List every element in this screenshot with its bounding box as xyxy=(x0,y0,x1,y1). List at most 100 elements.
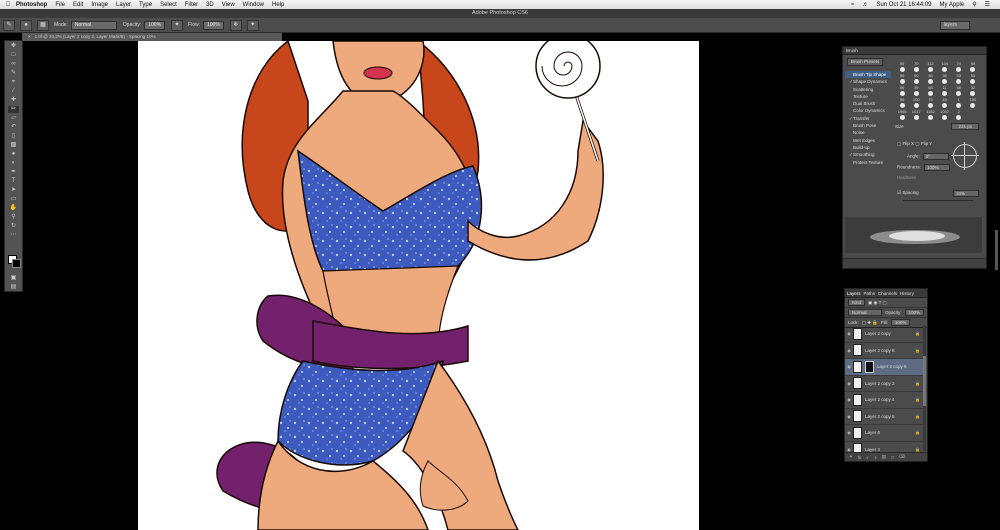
brush-setting-item[interactable]: ✓Smoothing xyxy=(845,151,891,158)
brush-tip-preset[interactable]: 2 xyxy=(952,109,966,121)
background-color-swatch[interactable] xyxy=(12,259,21,268)
eye-icon[interactable]: ◉ xyxy=(845,430,853,435)
menu-window[interactable]: Window xyxy=(243,2,264,8)
tab-history[interactable]: History xyxy=(900,291,914,296)
fx-icon[interactable]: fx xyxy=(858,455,862,460)
layer-mask-thumbnail[interactable] xyxy=(865,360,874,373)
flow-field[interactable]: 100% xyxy=(203,20,224,30)
airbrush-icon[interactable]: ❄ xyxy=(229,19,242,31)
brush-tip-preset[interactable]: 55 xyxy=(895,97,909,109)
roundness-field[interactable]: 100% xyxy=(924,164,951,171)
mode-select[interactable]: Normal xyxy=(70,20,117,30)
shape-tool-icon[interactable]: ▭ xyxy=(8,196,19,203)
trash-icon[interactable]: ⌫ xyxy=(899,454,905,460)
menu-filter[interactable]: Filter xyxy=(185,2,198,8)
document-canvas[interactable] xyxy=(138,41,699,530)
brush-tip-preset[interactable]: 63 xyxy=(923,85,937,97)
stamp-tool-icon[interactable]: ▱ xyxy=(8,115,19,122)
dodge-tool-icon[interactable]: ◐ xyxy=(8,160,19,167)
flip-y-checkbox[interactable]: ▢ xyxy=(915,141,919,146)
lasso-tool-icon[interactable]: ∞ xyxy=(8,61,19,68)
brush-setting-item[interactable]: Texture xyxy=(845,93,891,100)
brush-tip-preset[interactable]: 95 xyxy=(895,73,909,85)
layer-opacity-field[interactable]: 100% xyxy=(904,309,925,316)
brush-tip-preset[interactable]: 75 xyxy=(923,97,937,109)
brush-tip-preset[interactable]: 1057 xyxy=(938,109,952,121)
menu-3d[interactable]: 3D xyxy=(206,2,214,8)
eye-icon[interactable]: ◉ xyxy=(845,414,853,419)
toggle-brush-panel-icon[interactable]: ▦ xyxy=(37,19,49,31)
screen-mode-icon[interactable]: ▤ xyxy=(8,284,19,291)
brush-tip-preset[interactable]: 33 xyxy=(952,73,966,85)
layer-row[interactable]: ◉ Layer 2 copy 2 🔒 xyxy=(845,376,923,392)
move-tool-icon[interactable]: ✥ xyxy=(8,43,19,50)
pressure-size-icon[interactable]: ✦ xyxy=(246,19,259,31)
extra-tool-icon[interactable]: ⋯ xyxy=(8,232,19,239)
brush-panel-title[interactable]: Brush xyxy=(843,47,986,55)
brush-tool-icon[interactable]: ✎ xyxy=(3,19,15,31)
brush-setting-item[interactable]: Build-up xyxy=(845,144,891,151)
tab-paths[interactable]: Paths xyxy=(864,291,876,296)
type-tool-icon[interactable]: T xyxy=(8,178,19,185)
menu-edit[interactable]: Edit xyxy=(73,2,83,8)
brush-tip-preset[interactable]: 1152 xyxy=(923,109,937,121)
volume-icon[interactable]: ♬ xyxy=(862,2,868,8)
brush-tip-preset[interactable]: 74 xyxy=(952,61,966,73)
brush-size-field[interactable]: 221 px xyxy=(951,123,979,130)
brush-tip-preset[interactable]: 134 xyxy=(938,61,952,73)
layers-scrollbar[interactable] xyxy=(923,326,926,451)
brush-tip-preset[interactable]: 1 xyxy=(952,97,966,109)
eye-icon[interactable]: ◉ xyxy=(845,447,853,452)
marquee-tool-icon[interactable]: □ xyxy=(8,52,19,59)
menu-image[interactable]: Image xyxy=(91,2,108,8)
brush-tip-preset[interactable]: 55 xyxy=(895,61,909,73)
zoom-tool-icon[interactable]: ⚲ xyxy=(8,214,19,221)
brush-tip-preset[interactable]: 70 xyxy=(909,61,923,73)
brush-tip-preset[interactable]: 112 xyxy=(923,61,937,73)
eraser-tool-icon[interactable]: ▯ xyxy=(8,133,19,140)
close-icon[interactable]: × xyxy=(28,34,31,39)
brush-tool-icon[interactable]: ✏ xyxy=(8,106,19,113)
brush-tip-preset[interactable]: 39 xyxy=(909,85,923,97)
spacing-checkbox[interactable]: ☑ xyxy=(897,190,901,195)
brush-presets-button[interactable]: Brush Presets xyxy=(847,58,884,66)
layer-row[interactable]: ◉ Layer 6 🔒 xyxy=(845,425,923,442)
eye-icon[interactable]: ◉ xyxy=(845,397,853,402)
opacity-field[interactable]: 100% xyxy=(144,20,166,30)
brush-tip-preset[interactable]: 90 xyxy=(909,73,923,85)
menu-app-name[interactable]: Photoshop xyxy=(16,2,47,8)
spacing-slider[interactable] xyxy=(903,200,973,201)
quick-mask-icon[interactable]: ▣ xyxy=(8,275,19,282)
brush-tip-preset[interactable]: 63 xyxy=(966,73,980,85)
blur-tool-icon[interactable]: ● xyxy=(8,151,19,158)
eyedropper-tool-icon[interactable]: ⁄ xyxy=(8,88,19,95)
brush-tip-preset[interactable]: 45 xyxy=(938,97,952,109)
layer-row[interactable]: ◉ Layer 2 copy 4 🔒 xyxy=(845,392,923,409)
blend-mode-select[interactable]: Normal xyxy=(848,309,882,316)
brush-tip-preset[interactable]: 36 xyxy=(938,73,952,85)
eye-icon[interactable]: ◉ xyxy=(845,381,853,386)
brush-tip-preset[interactable]: 100 xyxy=(909,97,923,109)
brush-preset-icon[interactable]: ● xyxy=(20,19,32,31)
fill-field[interactable]: 100% xyxy=(890,319,911,326)
list-icon[interactable]: ☰ xyxy=(985,1,990,8)
new-layer-icon[interactable]: □ xyxy=(891,455,894,460)
menu-file[interactable]: File xyxy=(55,2,65,8)
angle-field[interactable]: 0° xyxy=(922,153,949,160)
brush-setting-item[interactable]: Color Dynamics xyxy=(845,107,891,114)
brush-setting-item[interactable]: Brush Tip Shape xyxy=(845,71,891,79)
flip-x-checkbox[interactable]: ▢ xyxy=(897,141,901,146)
eye-icon[interactable]: ◉ xyxy=(845,364,853,369)
menu-layer[interactable]: Layer xyxy=(116,2,131,8)
folder-icon[interactable]: ▤ xyxy=(882,454,886,460)
brush-tip-preset[interactable]: 100 xyxy=(966,97,980,109)
brush-setting-item[interactable]: Wet Edges xyxy=(845,137,891,144)
user-name[interactable]: My Apple xyxy=(940,2,965,8)
pen-tool-icon[interactable]: ✒ xyxy=(8,169,19,176)
document-tab[interactable]: × 1.tif @ 33.3% (Layer 2 copy 2, Layer Ma… xyxy=(22,33,282,41)
menu-view[interactable]: View xyxy=(222,2,235,8)
brush-tip-preset[interactable]: 1945 xyxy=(895,109,909,121)
brush-angle-compass[interactable] xyxy=(951,142,979,170)
brush-tip-preset[interactable]: 36 xyxy=(923,73,937,85)
brush-tip-preset[interactable]: 11 xyxy=(938,85,952,97)
